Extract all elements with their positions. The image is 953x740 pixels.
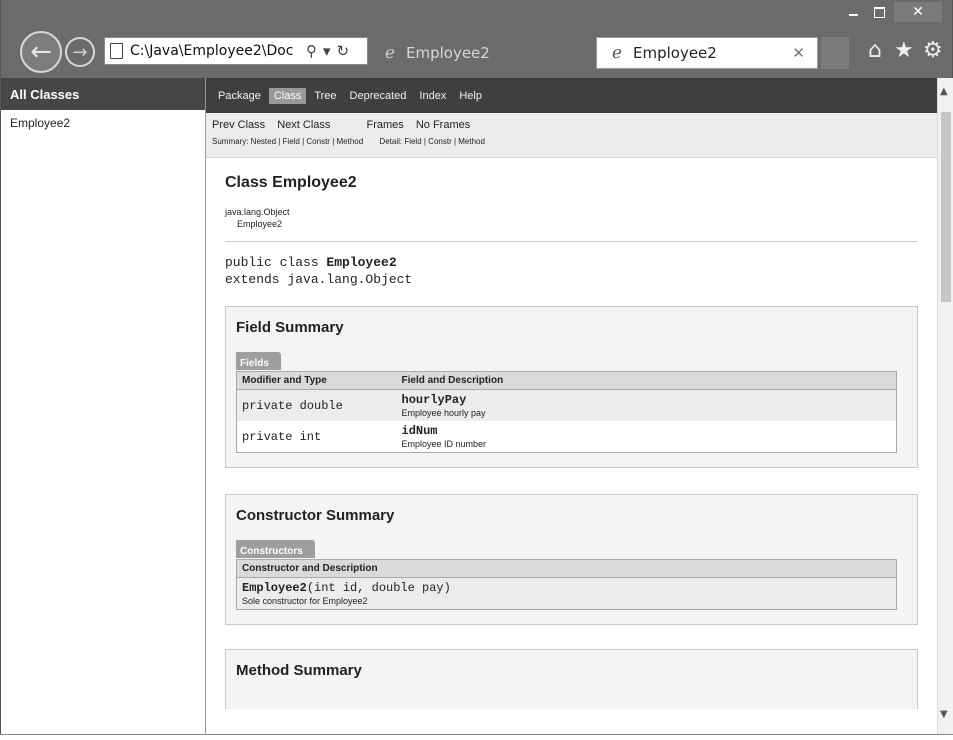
scroll-up-icon[interactable]: ▲ xyxy=(940,86,948,97)
nav-package[interactable]: Package xyxy=(213,88,266,104)
class-link-employee2[interactable]: Employee2 xyxy=(1,110,205,130)
column-header: Field and Description xyxy=(396,371,897,390)
maximize-button[interactable] xyxy=(865,2,893,22)
fields-caption-tab: Fields xyxy=(236,352,281,370)
navigation-bar: ← → C:\Java\Employee2\Doc ⚲ ▾ ↻ ℯ Employ… xyxy=(1,26,952,78)
detail-links[interactable]: Detail: Field | Constr | Method xyxy=(379,137,485,146)
tab-label: Employee2 xyxy=(406,44,490,62)
nav-index[interactable]: Index xyxy=(414,88,451,104)
nav-tree[interactable]: Tree xyxy=(309,88,341,104)
field-type: private int xyxy=(242,429,322,444)
next-class-link[interactable]: Next Class xyxy=(277,119,330,131)
column-header: Modifier and Type xyxy=(236,371,397,390)
top-navigation: Package Class Tree Deprecated Index Help xyxy=(206,78,937,113)
constructors-caption-tab: Constructors xyxy=(236,540,315,558)
all-classes-frame: All Classes Employee2 xyxy=(0,78,206,740)
constructor-summary-title: Constructor Summary xyxy=(236,507,395,524)
decl-prefix: public class xyxy=(225,255,327,270)
back-arrow-icon: ← xyxy=(30,37,52,67)
tab-employee2-active[interactable]: ℯ Employee2 ✕ xyxy=(596,37,818,69)
field-type: private double xyxy=(242,398,343,413)
new-tab-button[interactable] xyxy=(821,37,849,69)
field-name-link[interactable]: idNum xyxy=(402,424,438,438)
field-description: Employee hourly pay xyxy=(401,408,486,418)
minimize-button[interactable] xyxy=(839,2,867,22)
class-title: Class Employee2 xyxy=(225,174,357,191)
table-row: private int idNum Employee ID number xyxy=(237,421,897,453)
method-summary-title: Method Summary xyxy=(236,662,362,679)
field-summary-table: Modifier and Type Field and Description … xyxy=(236,371,897,453)
class-doc-frame: Package Class Tree Deprecated Index Help… xyxy=(206,78,937,740)
address-bar[interactable]: C:\Java\Employee2\Doc ⚲ ▾ ↻ xyxy=(104,37,368,65)
nav-deprecated[interactable]: Deprecated xyxy=(345,88,412,104)
favorites-star-icon[interactable]: ★ xyxy=(894,38,914,63)
field-summary: Field Summary Fields Modifier and Type F… xyxy=(225,306,918,468)
table-row: Employee2(int id, double pay) Sole const… xyxy=(236,577,897,610)
divider xyxy=(225,241,918,242)
constructor-params: (int id, double pay) xyxy=(306,581,451,595)
frames-link[interactable]: Frames xyxy=(367,119,404,131)
gear-icon[interactable]: ⚙ xyxy=(923,38,943,63)
no-frames-link[interactable]: No Frames xyxy=(416,119,470,131)
home-icon[interactable]: ⌂ xyxy=(868,38,882,63)
back-button[interactable]: ← xyxy=(20,31,62,73)
inheritance-tree: java.lang.Object Employee2 xyxy=(225,206,937,230)
nav-class[interactable]: Class xyxy=(268,87,307,104)
class-declaration: public class Employee2 extends java.lang… xyxy=(225,254,937,288)
field-summary-title: Field Summary xyxy=(236,319,344,336)
all-classes-header: All Classes xyxy=(1,78,205,110)
scroll-thumb[interactable] xyxy=(941,112,951,302)
subnav-links: Prev Class Next Class Frames No Frames xyxy=(212,119,937,131)
window-bottom-edge xyxy=(0,734,953,740)
class-content: Class Employee2 java.lang.Object Employe… xyxy=(206,158,937,709)
constructor-summary: Constructor Summary Constructors Constru… xyxy=(225,494,918,625)
summary-links[interactable]: Summary: Nested | Field | Constr | Metho… xyxy=(212,137,363,146)
field-name-link[interactable]: hourlyPay xyxy=(402,393,467,407)
inherit-root: java.lang.Object xyxy=(225,207,290,217)
ie-icon: ℯ xyxy=(611,43,623,63)
address-text[interactable]: C:\Java\Employee2\Doc xyxy=(127,43,303,59)
nav-help[interactable]: Help xyxy=(454,88,487,104)
decl-extends: extends java.lang.Object xyxy=(225,272,413,287)
close-tab-icon[interactable]: ✕ xyxy=(792,44,805,62)
title-bar: ✕ xyxy=(1,0,952,26)
summary-detail-links: Summary: Nested | Field | Constr | Metho… xyxy=(212,137,937,146)
constructor-summary-table: Constructor and Description Employee2(in… xyxy=(236,559,897,610)
forward-arrow-icon: → xyxy=(72,41,88,63)
search-icon[interactable]: ⚲ xyxy=(303,42,320,60)
table-row: private double hourlyPay Employee hourly… xyxy=(236,389,897,421)
inherit-child: Employee2 xyxy=(237,219,283,229)
forward-button[interactable]: → xyxy=(65,37,95,67)
tab-employee2-background[interactable]: ℯ Employee2 xyxy=(372,37,586,69)
refresh-icon[interactable]: ↻ xyxy=(334,42,353,60)
page-icon xyxy=(105,38,127,64)
scroll-down-icon[interactable]: ▼ xyxy=(940,709,948,720)
close-window-button[interactable]: ✕ xyxy=(894,2,942,22)
decl-class-name: Employee2 xyxy=(326,255,397,270)
vertical-scrollbar[interactable]: ▲ ▼ xyxy=(937,78,953,740)
close-icon: ✕ xyxy=(912,4,924,20)
constructor-name-link[interactable]: Employee2 xyxy=(242,581,307,595)
dropdown-icon[interactable]: ▾ xyxy=(320,42,334,60)
prev-class-link[interactable]: Prev Class xyxy=(212,119,265,131)
ie-icon: ℯ xyxy=(384,43,396,63)
browser-chrome: ✕ ← → C:\Java\Employee2\Doc ⚲ ▾ ↻ ℯ Empl… xyxy=(0,0,953,78)
field-description: Employee ID number xyxy=(401,439,487,449)
sub-navigation: Prev Class Next Class Frames No Frames S… xyxy=(206,113,937,158)
constructor-description: Sole constructor for Employee2 xyxy=(242,596,368,606)
column-header: Constructor and Description xyxy=(236,559,897,578)
tab-label: Employee2 xyxy=(633,44,717,62)
method-summary: Method Summary xyxy=(225,649,918,709)
